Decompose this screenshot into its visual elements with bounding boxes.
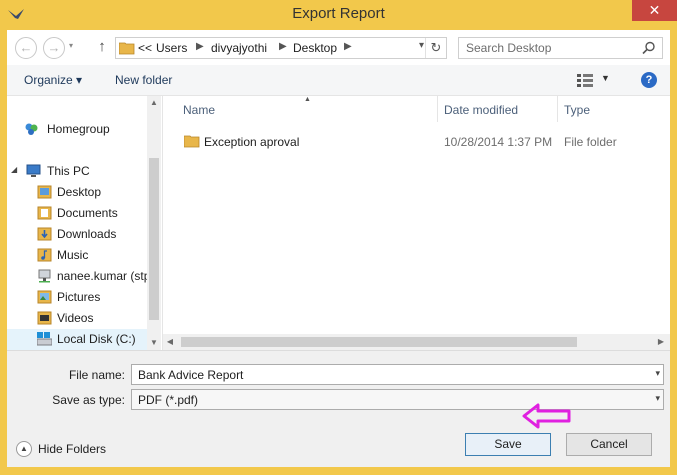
forward-button[interactable]: → — [43, 37, 65, 59]
recent-dropdown-icon[interactable]: ▾ — [69, 41, 73, 50]
file-type: File folder — [564, 135, 617, 149]
sidebar-item-label: Local Disk (C:) — [57, 332, 136, 346]
filename-field[interactable]: Bank Advice Report ▾ — [131, 364, 664, 385]
help-icon[interactable]: ? — [641, 72, 657, 88]
column-divider[interactable] — [557, 96, 558, 122]
sidebar-item-label: Downloads — [57, 227, 117, 241]
address-overflow[interactable]: << — [138, 41, 152, 55]
breadcrumb-separator-icon[interactable]: ▶ — [344, 41, 352, 52]
collapse-up-icon: ▲ — [16, 441, 32, 457]
hide-folders-label: Hide Folders — [38, 442, 107, 456]
address-dropdown-icon[interactable]: ▾ — [419, 40, 424, 51]
save-as-type-select[interactable]: PDF (*.pdf) ▾ — [131, 389, 664, 410]
breadcrumb-users[interactable]: Users — [156, 41, 187, 55]
sidebar-item-this-pc[interactable]: ◢ This PC — [7, 161, 147, 182]
file-row[interactable]: Exception aproval 10/28/2014 1:37 PM Fil… — [163, 131, 670, 153]
organize-button[interactable]: Organize ▾ — [24, 73, 82, 87]
address-bar[interactable]: << Users ▶ divyajyothi ▶ Desktop ▶ ▾ ↻ — [115, 37, 447, 59]
scroll-thumb[interactable] — [181, 337, 577, 347]
search-input[interactable]: Search Desktop — [458, 37, 663, 59]
breadcrumb-separator-icon[interactable]: ▶ — [196, 41, 204, 52]
sidebar-item-label: Desktop — [57, 185, 102, 199]
navigation-scrollbar[interactable]: ▲ ▼ — [147, 96, 161, 350]
sidebar-item-downloads[interactable]: Downloads — [7, 224, 147, 245]
computer-icon — [26, 164, 41, 177]
sort-ascending-icon: ▲ — [304, 96, 311, 103]
chevron-down-icon[interactable]: ▾ — [655, 393, 660, 404]
search-icon[interactable] — [642, 41, 656, 55]
sidebar-item-label: nanee.kumar (stp — [57, 269, 151, 283]
file-date: 10/28/2014 1:37 PM — [444, 135, 553, 149]
folder-icon — [184, 135, 200, 148]
sidebar-item-music[interactable]: Music — [7, 245, 147, 266]
export-report-window: Export Report ✕ ← → ▾ ↑ << Users ▶ divya… — [0, 0, 677, 475]
close-button[interactable]: ✕ — [632, 0, 677, 21]
videos-icon — [37, 311, 52, 325]
navigation-pane: Homegroup ◢ This PC Desktop Documents Do… — [7, 96, 161, 350]
column-divider[interactable] — [437, 96, 438, 122]
pictures-icon — [37, 290, 52, 304]
homegroup-icon — [25, 123, 38, 135]
new-folder-button[interactable]: New folder — [115, 73, 172, 87]
filename-label: File name: — [68, 368, 125, 382]
sidebar-item-local-disk[interactable]: Local Disk (C:) — [7, 329, 147, 350]
file-name: Exception aproval — [204, 135, 300, 149]
annotation-arrow-icon — [522, 403, 571, 429]
column-header-type[interactable]: Type — [564, 96, 590, 122]
title-bar[interactable]: Export Report ✕ — [0, 0, 677, 30]
chevron-down-icon[interactable]: ▾ — [655, 368, 660, 379]
save-as-type-value: PDF (*.pdf) — [138, 393, 199, 407]
collapse-icon[interactable]: ◢ — [11, 165, 17, 174]
sidebar-item-label: Documents — [57, 206, 118, 220]
column-header-date[interactable]: Date modified — [444, 96, 518, 122]
window-title: Export Report — [292, 5, 385, 22]
folder-icon — [119, 42, 135, 55]
view-dropdown-icon[interactable]: ▼ — [601, 73, 610, 83]
breadcrumb-desktop[interactable]: Desktop — [293, 41, 337, 55]
scroll-up-icon[interactable]: ▲ — [147, 96, 161, 110]
save-button[interactable]: Save — [465, 433, 551, 456]
scroll-thumb[interactable] — [149, 158, 159, 320]
sidebar-item-videos[interactable]: Videos — [7, 308, 147, 329]
filename-value: Bank Advice Report — [138, 368, 244, 382]
breadcrumb-separator-icon[interactable]: ▶ — [279, 41, 287, 52]
folder-icon — [37, 185, 52, 199]
sidebar-item-homegroup[interactable]: Homegroup — [7, 119, 147, 140]
sidebar-item-label: Homegroup — [47, 122, 110, 136]
search-placeholder: Search Desktop — [466, 41, 552, 55]
file-list: ▲ Name Date modified Type Exception apro… — [163, 96, 670, 350]
command-toolbar: Organize ▾ New folder ▼ ? — [7, 65, 670, 96]
documents-icon — [37, 206, 52, 220]
column-header-name[interactable]: Name — [183, 96, 215, 122]
sidebar-item-desktop[interactable]: Desktop — [7, 182, 147, 203]
downloads-icon — [37, 227, 52, 241]
sidebar-item-label: Pictures — [57, 290, 101, 304]
scroll-right-icon[interactable]: ▶ — [654, 335, 668, 349]
network-drive-icon — [38, 269, 51, 283]
disk-icon — [37, 332, 52, 346]
breadcrumb-divyajyothi[interactable]: divyajyothi — [211, 41, 267, 55]
sidebar-item-label: This PC — [47, 164, 90, 178]
cancel-button[interactable]: Cancel — [566, 433, 652, 456]
sidebar-item-network-drive[interactable]: nanee.kumar (stp — [7, 266, 151, 287]
save-as-type-label: Save as type: — [52, 393, 125, 407]
back-button[interactable]: ← — [15, 37, 37, 59]
navigation-bar: ← → ▾ ↑ << Users ▶ divyajyothi ▶ Desktop… — [7, 30, 670, 65]
view-options-icon[interactable] — [577, 74, 593, 87]
sidebar-item-label: Music — [57, 248, 89, 262]
sidebar-item-pictures[interactable]: Pictures — [7, 287, 147, 308]
scroll-down-icon[interactable]: ▼ — [147, 336, 161, 350]
refresh-button[interactable]: ↻ — [425, 38, 446, 58]
horizontal-scrollbar[interactable]: ◀ ▶ — [163, 334, 670, 350]
scroll-left-icon[interactable]: ◀ — [163, 335, 177, 349]
sidebar-item-documents[interactable]: Documents — [7, 203, 147, 224]
up-button[interactable]: ↑ — [95, 38, 109, 56]
sidebar-item-label: Videos — [57, 311, 94, 325]
music-icon — [37, 248, 52, 262]
